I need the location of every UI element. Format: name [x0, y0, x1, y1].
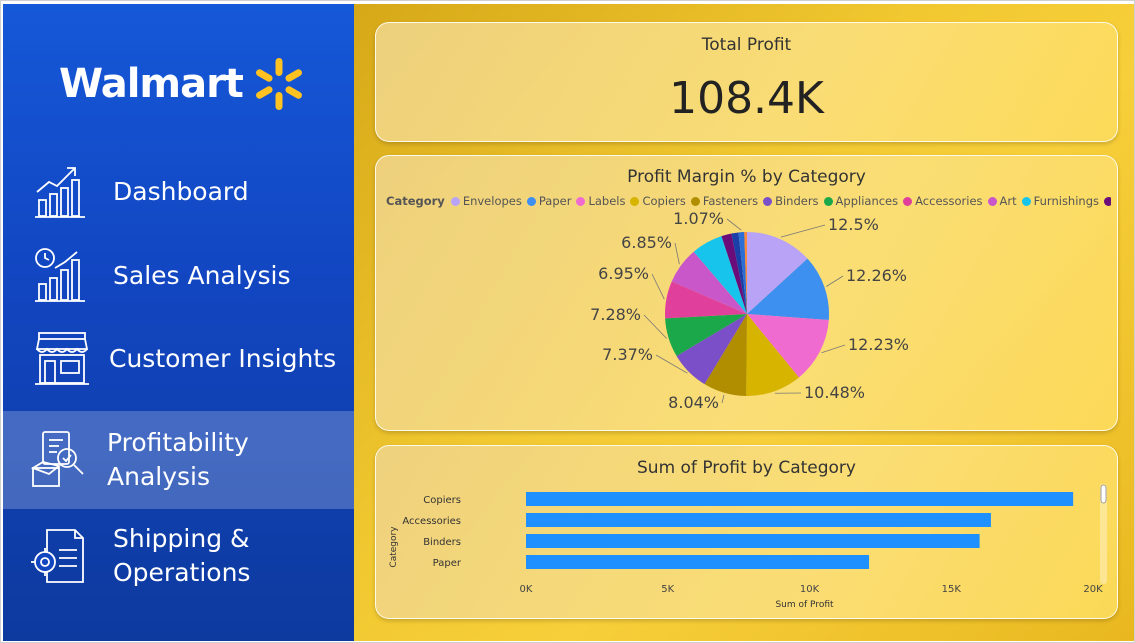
total-profit-card: Total Profit 108.4K: [375, 22, 1118, 142]
nav-sales-analysis-label: Sales Analysis: [113, 261, 291, 290]
nav-sales-analysis[interactable]: Sales Analysis: [3, 246, 354, 306]
pie-data-label: 1.07%: [673, 212, 724, 228]
legend-dot: [1021, 196, 1031, 206]
pie-chart: 12.5% 12.26% 12.23% 10.48% 8.04% 7.37% 7.28% 6.…: [590, 212, 909, 412]
pie-data-label: 12.23%: [848, 335, 909, 354]
storefront-icon: [35, 332, 89, 385]
bar[interactable]: [526, 555, 870, 569]
legend-item[interactable]: Fasteners: [690, 194, 759, 208]
legend-item[interactable]: Art: [987, 194, 1017, 208]
main-canvas: Total Profit 108.4K Profit Margin % by C…: [354, 4, 1134, 641]
x-tick-label: 0K: [520, 584, 533, 595]
pie-leader-line: [821, 344, 846, 354]
legend-dot: [576, 196, 586, 206]
legend-dot: [526, 196, 536, 206]
nav-profitability-analysis-label: Profitability Analysis: [107, 428, 249, 491]
pie-leader-line: [721, 394, 725, 404]
legend-dot: [450, 196, 460, 206]
profit-margin-pie-card: Profit Margin % by Category Category Env…: [375, 155, 1118, 431]
legend-dot: [903, 196, 913, 206]
pie-data-label: 7.28%: [590, 305, 641, 324]
pie-leader-line: [780, 224, 826, 238]
spark-icon: [255, 58, 302, 110]
x-tick-label: 20K: [1083, 584, 1103, 595]
y-tick-label: Binders: [423, 537, 461, 548]
legend-item[interactable]: Envelopes: [450, 194, 522, 208]
pie-leader-line: [643, 314, 667, 339]
kpi-title: Total Profit: [701, 35, 792, 55]
legend-item[interactable]: Furnishings: [1021, 194, 1099, 208]
legend-label: Appliances: [835, 194, 899, 208]
legend-label: Binders: [775, 194, 819, 208]
legend-label: Copiers: [642, 194, 686, 208]
legend-item[interactable]: Copiers: [630, 194, 686, 208]
pie-data-label: 6.85%: [621, 233, 672, 252]
x-tick-label: 5K: [661, 584, 674, 595]
legend-item[interactable]: Storage: [1104, 194, 1111, 208]
legend-dot: [763, 196, 773, 206]
legend-dot: [987, 196, 997, 206]
sidebar: Walmart Dashboard Sales Analysis Custome…: [3, 4, 354, 641]
profit-by-category-bar-card: Sum of Profit by Category Category Copier…: [375, 445, 1118, 619]
pie-data-label: 6.95%: [598, 264, 649, 283]
nav-profitability-analysis[interactable]: Profitability Analysis: [3, 411, 354, 509]
x-axis-title: Sum of Profit: [775, 600, 834, 610]
clock-bar-chart-icon: [35, 248, 85, 302]
nav-customer-insights-label: Customer Insights: [109, 344, 337, 373]
checklist-magnifier-icon: [30, 431, 84, 487]
legend-item[interactable]: Accessories: [903, 194, 983, 208]
pie-data-label: 7.37%: [602, 345, 653, 364]
legend-label: Accessories: [915, 194, 983, 208]
x-tick-label: 15K: [942, 584, 962, 595]
pie-leader-line: [826, 275, 844, 287]
x-tick-label: 10K: [800, 584, 820, 595]
legend-dot: [823, 196, 833, 206]
legend-item[interactable]: Paper: [526, 194, 572, 208]
scrollbar-thumb[interactable]: [1100, 484, 1107, 504]
walmart-logo: Walmart: [59, 54, 309, 114]
legend-dot: [630, 196, 640, 206]
pie-leader-line: [674, 242, 680, 265]
bar[interactable]: [526, 534, 980, 548]
legend-title: Category: [386, 194, 445, 208]
legend-item[interactable]: Appliances: [823, 194, 899, 208]
nav-dashboard[interactable]: Dashboard: [3, 162, 354, 222]
y-tick-label: Accessories: [402, 516, 461, 527]
y-tick-label: Paper: [433, 558, 462, 569]
y-axis-title: Category: [389, 526, 399, 568]
bar[interactable]: [526, 513, 991, 527]
kpi-value: 108.4K: [669, 73, 824, 124]
document-gear-icon: [31, 529, 84, 583]
legend-label: Furnishings: [1033, 194, 1099, 208]
y-tick-label: Copiers: [423, 495, 461, 506]
nav-dashboard-label: Dashboard: [113, 177, 249, 206]
legend-label: Labels: [588, 194, 626, 208]
chart-growth-icon: [35, 167, 85, 218]
legend-dot: [1104, 196, 1111, 206]
bar-chart: Category Copiers Accessories Binders Paper 0K…: [389, 484, 1107, 610]
pie-legend: Category Envelopes Paper Labels Copiers Fast…: [386, 193, 1111, 209]
legend-label: Envelopes: [462, 194, 522, 208]
nav-shipping-operations-label: Shipping & Operations: [113, 524, 251, 587]
nav-shipping-operations[interactable]: Shipping & Operations: [3, 516, 354, 596]
pie-data-label: 8.04%: [668, 393, 719, 412]
pie-leader-line: [726, 218, 742, 231]
legend-item[interactable]: Labels: [576, 194, 625, 208]
legend-items: Envelopes Paper Labels Copiers Fasteners Bind…: [450, 194, 1111, 208]
legend-label: Art: [999, 194, 1017, 208]
legend-label: Paper: [538, 194, 572, 208]
nav-customer-insights[interactable]: Customer Insights: [3, 329, 354, 389]
bar[interactable]: [526, 492, 1074, 506]
pie-leader-line: [651, 273, 665, 300]
pie-title: Profit Margin % by Category: [627, 167, 866, 187]
pie-data-label: 12.5%: [828, 215, 879, 234]
legend-dot: [690, 196, 700, 206]
logo-text: Walmart: [59, 61, 244, 107]
pie-data-label: 10.48%: [804, 383, 865, 402]
legend-label: Fasteners: [702, 194, 759, 208]
pie-data-label: 12.26%: [846, 266, 907, 285]
legend-item[interactable]: Binders: [763, 194, 819, 208]
